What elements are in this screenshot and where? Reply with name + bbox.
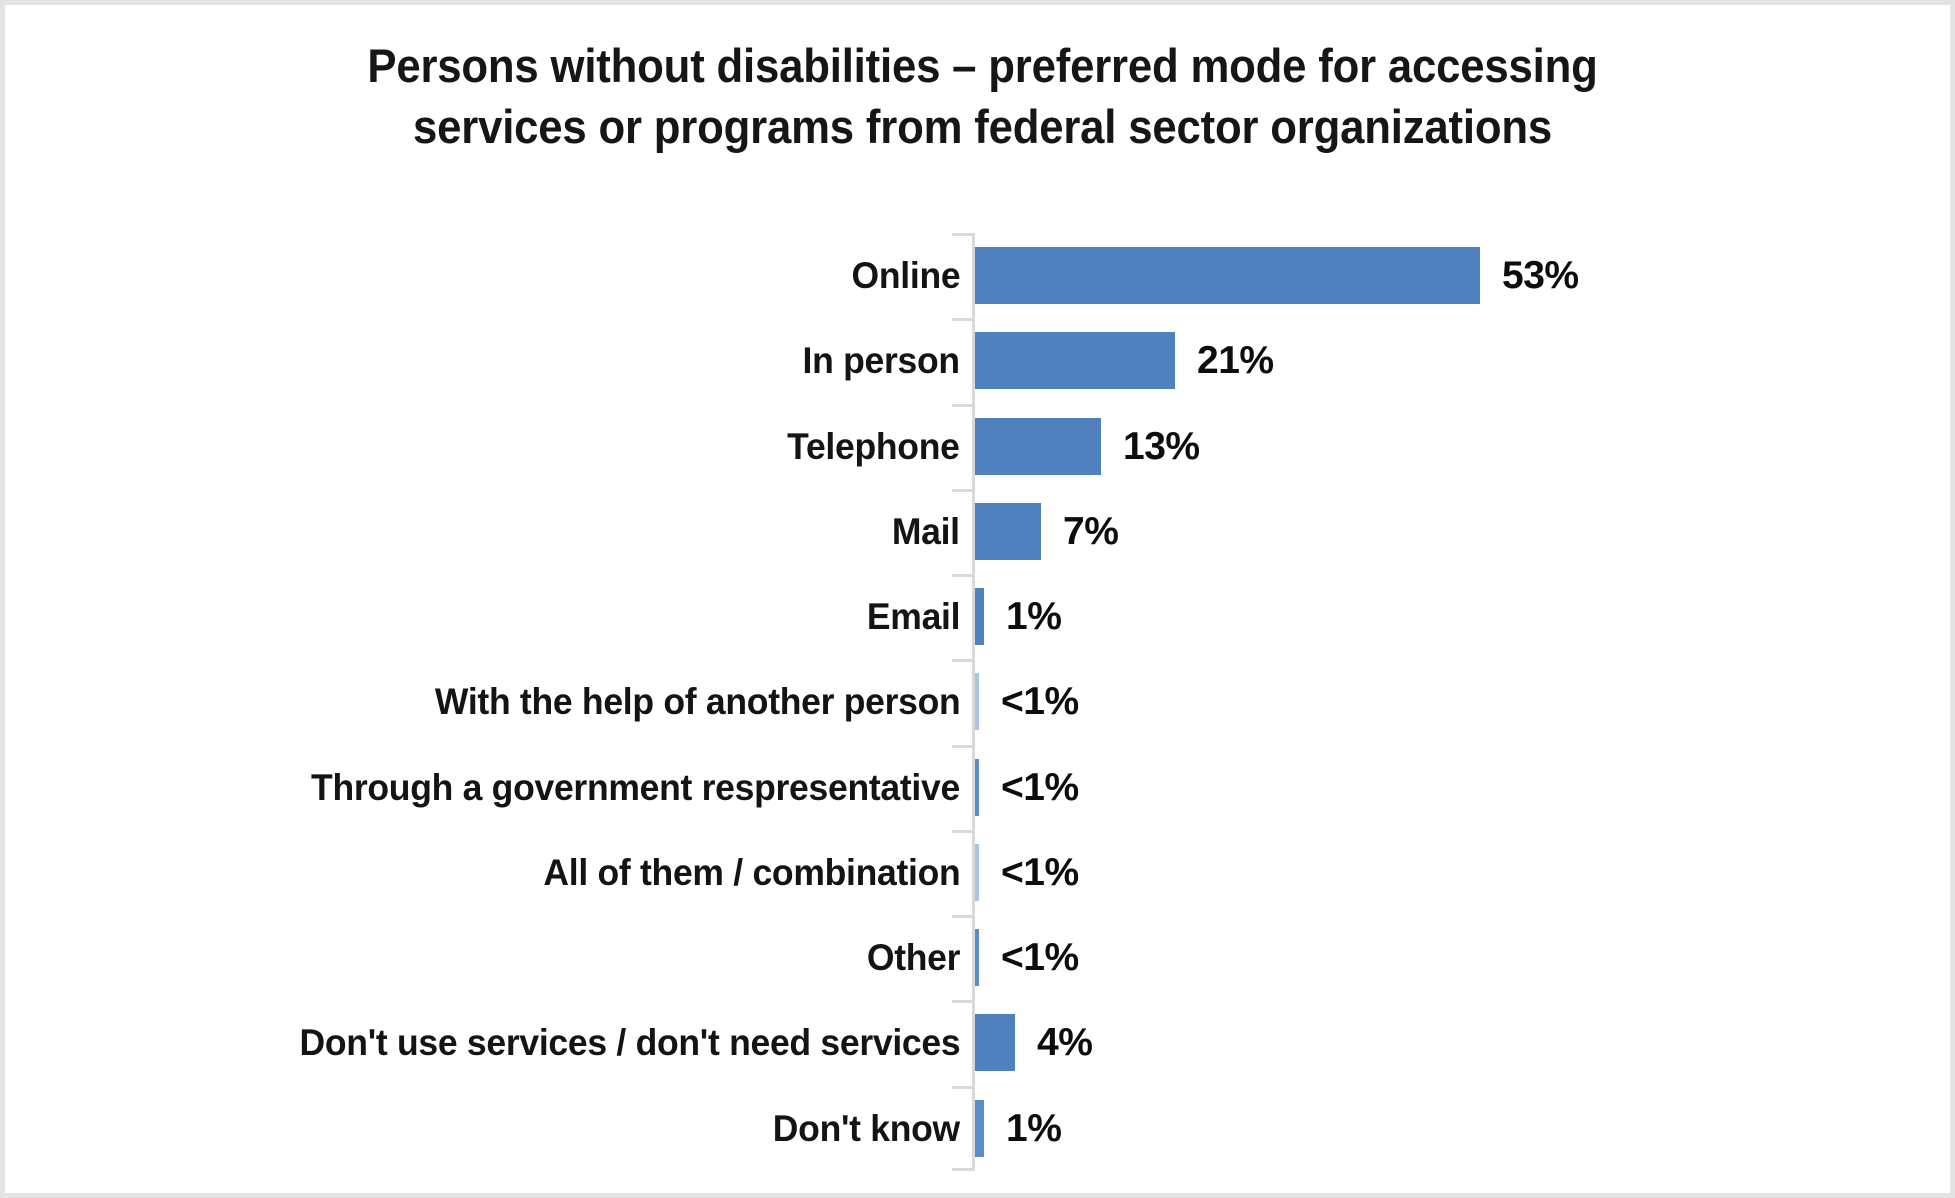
value-label: 13% <box>1123 424 1200 468</box>
chart-container: Persons without disabilities – preferred… <box>0 0 1955 1198</box>
bar-don-t-know <box>975 1099 984 1157</box>
value-label: <1% <box>1001 680 1079 724</box>
category-label: Don't know <box>772 1107 960 1149</box>
axis-tick-end <box>952 1168 973 1171</box>
value-label: 1% <box>1006 595 1062 639</box>
category-label: In person <box>802 340 961 382</box>
bar-row: All of them / combination <1% <box>5 829 1950 915</box>
category-label: Online <box>851 255 960 296</box>
category-label: Other <box>866 937 961 979</box>
bar-through-a-government-respresentative <box>975 758 979 816</box>
category-label: Telephone <box>787 425 961 467</box>
bar-row: Don't know 1% <box>5 1085 1950 1171</box>
bar-row: Other <1% <box>5 915 1950 1000</box>
category-label: All of them / combination <box>542 851 960 893</box>
value-label: 21% <box>1197 339 1274 383</box>
bar-row: Email 1% <box>5 574 1950 659</box>
value-label: <1% <box>1001 936 1079 980</box>
bar-row: Through a government respresentative <1% <box>5 744 1950 830</box>
bar-online <box>975 247 1480 304</box>
category-label: Through a government respresentative <box>311 766 960 808</box>
value-label: <1% <box>1001 765 1079 809</box>
bar-row: Telephone 13% <box>5 403 1950 489</box>
category-label: Mail <box>892 510 960 552</box>
category-label: Email <box>866 596 961 638</box>
bar-email <box>975 588 984 646</box>
value-label: 53% <box>1502 254 1579 297</box>
bar-all-of-them-combination <box>975 843 979 901</box>
bar-row: With the help of another person <1% <box>5 659 1950 744</box>
category-label: Don't use services / don't need services <box>299 1022 960 1064</box>
bar-rows: Online 53% In person 21% Telephone 13% Mail 7% E… <box>5 233 1950 1171</box>
bar-row: Mail 7% <box>5 488 1950 574</box>
category-label: With the help of another person <box>434 681 960 723</box>
chart-title: Persons without disabilities – preferred… <box>367 39 1598 154</box>
value-label: 7% <box>1063 509 1119 553</box>
bar-telephone <box>975 417 1101 475</box>
value-label: <1% <box>1001 850 1079 894</box>
bar-in-person <box>975 332 1175 390</box>
value-label: 1% <box>1006 1106 1062 1150</box>
bar-row: Don't use services / don't need services… <box>5 1000 1950 1085</box>
bar-row: Online 53% <box>5 233 1950 318</box>
bar-don-t-use-services-don-t-need-services <box>975 1014 1015 1072</box>
bar-row: In person 21% <box>5 318 1950 403</box>
bar-mail <box>975 502 1041 560</box>
value-label: 4% <box>1037 1021 1093 1065</box>
plot-area: Online 53% In person 21% Telephone 13% Mail 7% E… <box>5 233 1950 1171</box>
bar-with-the-help-of-another-person <box>975 673 979 731</box>
bar-other <box>975 929 979 987</box>
